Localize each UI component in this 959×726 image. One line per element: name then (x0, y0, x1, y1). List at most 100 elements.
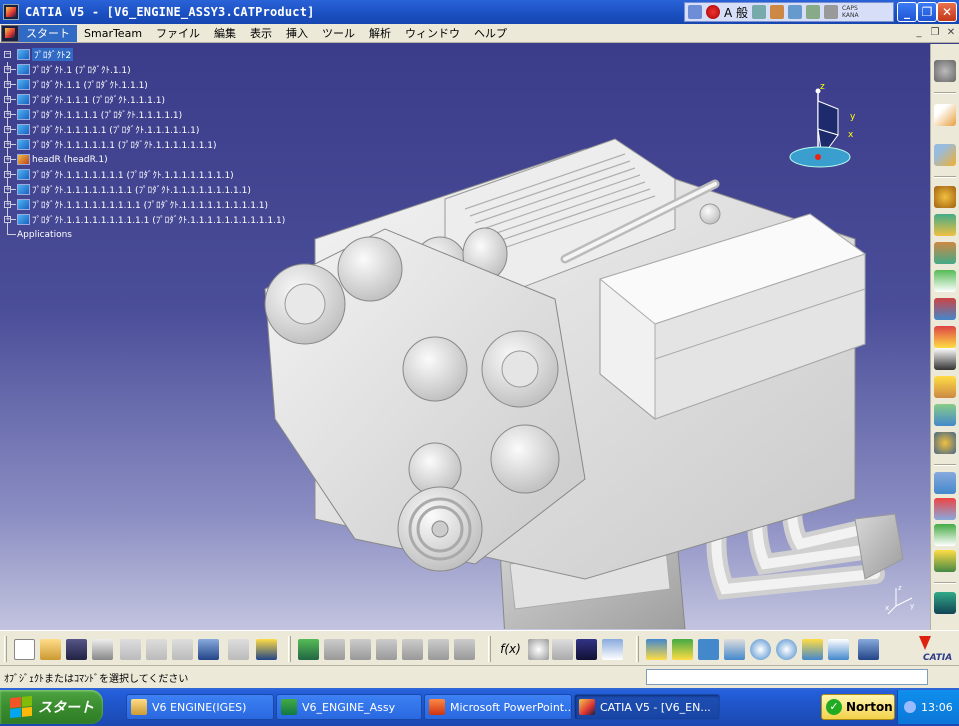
applications-label[interactable]: Applications (17, 230, 72, 240)
expand-toggle[interactable]: + (4, 96, 11, 103)
workbench-icon[interactable] (934, 60, 956, 82)
tree-root[interactable]: − ﾌﾟﾛﾀﾞｸﾄ2 (3, 47, 285, 62)
whats-this-icon[interactable] (256, 639, 277, 660)
menu-insert[interactable]: 挿入 (279, 25, 315, 42)
replace-component-icon[interactable] (934, 298, 956, 320)
expand-toggle[interactable]: + (4, 156, 11, 163)
tree-node-label[interactable]: ﾌﾟﾛﾀﾞｸﾄ.1.1 (ﾌﾟﾛﾀﾞｸﾄ.1.1.1) (32, 78, 148, 91)
ime-help-icon[interactable] (824, 5, 839, 19)
quick-view-icon[interactable] (828, 639, 849, 660)
task-powerpoint[interactable]: Microsoft PowerPoint... (424, 694, 572, 720)
keyboard-icon[interactable] (688, 5, 702, 19)
norton-button[interactable]: ✓ Norton (821, 694, 895, 720)
menu-help[interactable]: ヘルプ (467, 25, 514, 42)
expand-toggle[interactable]: + (4, 81, 11, 88)
open-icon[interactable] (40, 639, 61, 660)
redo-icon[interactable] (228, 639, 249, 660)
tree-node-label[interactable]: ﾌﾟﾛﾀﾞｸﾄ.1.1.1 (ﾌﾟﾛﾀﾞｸﾄ.1.1.1.1) (32, 93, 165, 106)
catalog-icon[interactable] (576, 639, 597, 660)
manipulation-icon[interactable] (934, 472, 956, 494)
quick-constraint-icon[interactable] (454, 639, 475, 660)
ime-dictionary-icon[interactable] (770, 5, 785, 19)
tree-node-label[interactable]: ﾌﾟﾛﾀﾞｸﾄ.1.1.1.1.1.1.1.1.1 (ﾌﾟﾛﾀﾞｸﾄ.1.1.1… (32, 198, 268, 211)
menu-smarteam[interactable]: SmarTeam (77, 25, 149, 42)
expand-toggle[interactable]: + (4, 216, 11, 223)
ime-mode[interactable]: A 般 (724, 4, 748, 21)
menu-analysis[interactable]: 解析 (362, 25, 398, 42)
menu-file[interactable]: ファイル (149, 25, 207, 42)
fix-icon[interactable] (298, 639, 319, 660)
knowledge-comment-icon[interactable] (528, 639, 549, 660)
generate-numbering-icon[interactable] (934, 348, 956, 370)
minimize-button[interactable]: _ (897, 2, 917, 22)
3d-viewport[interactable]: − ﾌﾟﾛﾀﾞｸﾄ2 + ﾌﾟﾛﾀﾞｸﾄ.1 (ﾌﾟﾛﾀﾞｸﾄ.1.1) + ﾌﾟﾛ… (0, 44, 930, 630)
copy-icon[interactable] (146, 639, 167, 660)
zoom-in-icon[interactable] (750, 639, 771, 660)
select-trap-icon[interactable] (934, 144, 956, 166)
offset-constraint-icon[interactable] (376, 639, 397, 660)
tree-expansion-icon[interactable] (602, 639, 623, 660)
tree-node-label[interactable]: headR (headR.1) (32, 155, 108, 165)
tree-node-label[interactable]: ﾌﾟﾛﾀﾞｸﾄ.1.1.1.1.1.1 (ﾌﾟﾛﾀﾞｸﾄ.1.1.1.1.1.1… (32, 138, 217, 151)
update-icon[interactable] (934, 592, 956, 614)
doc-restore-button[interactable]: ❐ (928, 26, 942, 40)
new-part-icon[interactable] (934, 242, 956, 264)
ime-settings-icon[interactable] (806, 5, 821, 19)
start-button[interactable]: スタート (0, 690, 103, 724)
expand-toggle[interactable]: + (4, 171, 11, 178)
catia-app-icon[interactable] (3, 4, 19, 20)
restore-button[interactable]: ❐ (917, 2, 937, 22)
tree-node[interactable]: + ﾌﾟﾛﾀﾞｸﾄ.1.1.1.1 (ﾌﾟﾛﾀﾞｸﾄ.1.1.1.1.1) (3, 107, 285, 122)
tree-node-label[interactable]: ﾌﾟﾛﾀﾞｸﾄ.1.1.1.1.1.1.1.1.1.1 (ﾌﾟﾛﾀﾞｸﾄ.1.1… (32, 213, 285, 226)
tree-node[interactable]: + ﾌﾟﾛﾀﾞｸﾄ.1.1.1.1.1.1.1.1.1 (ﾌﾟﾛﾀﾞｸﾄ.1.1.… (3, 197, 285, 212)
expand-toggle[interactable]: + (4, 126, 11, 133)
new-component-icon[interactable] (934, 186, 956, 208)
stop-manipulate-icon[interactable] (934, 550, 956, 572)
task-excel[interactable]: V6_ENGINE_Assy (276, 694, 422, 720)
tree-node-label[interactable]: ﾌﾟﾛﾀﾞｸﾄ.1.1.1.1.1.1.1 (ﾌﾟﾛﾀﾞｸﾄ.1.1.1.1.1… (32, 168, 234, 181)
fit-all-icon[interactable] (672, 639, 693, 660)
shading-icon[interactable] (858, 639, 879, 660)
tree-node[interactable]: + ﾌﾟﾛﾀﾞｸﾄ.1.1.1.1.1.1.1 (ﾌﾟﾛﾀﾞｸﾄ.1.1.1.1.… (3, 167, 285, 182)
doc-minimize-button[interactable]: _ (912, 26, 926, 40)
tree-node[interactable]: + headR (headR.1) (3, 152, 285, 167)
normal-view-icon[interactable] (802, 639, 823, 660)
menu-view[interactable]: 表示 (243, 25, 279, 42)
tree-node-label[interactable]: ﾌﾟﾛﾀﾞｸﾄ.1.1.1.1 (ﾌﾟﾛﾀﾞｸﾄ.1.1.1.1.1) (32, 108, 182, 121)
contact-constraint-icon[interactable] (350, 639, 371, 660)
doc-close-button[interactable]: ✕ (944, 26, 958, 40)
graph-tree-reordering-icon[interactable] (934, 326, 956, 348)
ime-heart-icon[interactable] (706, 5, 720, 19)
menu-start[interactable]: スタート (19, 24, 77, 42)
coincidence-constraint-icon[interactable] (324, 639, 345, 660)
cut-icon[interactable] (120, 639, 141, 660)
tree-root-label[interactable]: ﾌﾟﾛﾀﾞｸﾄ2 (32, 48, 74, 61)
document-icon[interactable] (1, 24, 19, 42)
close-button[interactable]: ✕ (937, 2, 957, 22)
print-icon[interactable] (92, 639, 113, 660)
explode-icon[interactable] (934, 524, 956, 546)
zoom-out-icon[interactable] (776, 639, 797, 660)
task-folder[interactable]: V6 ENGINE(IGES) (126, 694, 274, 720)
pan-icon[interactable] (698, 639, 719, 660)
clock[interactable]: 13:06 (921, 701, 953, 714)
rotate-icon[interactable] (724, 639, 745, 660)
selective-load-icon[interactable] (934, 376, 956, 398)
new-product-icon[interactable] (934, 214, 956, 236)
tree-node[interactable]: + ﾌﾟﾛﾀﾞｸﾄ.1.1.1.1.1.1 (ﾌﾟﾛﾀﾞｸﾄ.1.1.1.1.1.… (3, 137, 285, 152)
multi-instantiation-icon[interactable] (934, 432, 956, 454)
snap-icon[interactable] (934, 498, 956, 520)
task-catia[interactable]: CATIA V5 - [V6_EN... (574, 694, 720, 720)
formula-icon[interactable]: f(x) (500, 639, 521, 660)
tree-node[interactable]: + ﾌﾟﾛﾀﾞｸﾄ.1.1.1 (ﾌﾟﾛﾀﾞｸﾄ.1.1.1.1) (3, 92, 285, 107)
power-input-field[interactable] (646, 669, 928, 685)
tree-node-label[interactable]: ﾌﾟﾛﾀﾞｸﾄ.1 (ﾌﾟﾛﾀﾞｸﾄ.1.1) (32, 63, 131, 76)
collapse-toggle[interactable]: − (4, 51, 11, 58)
fix-together-icon[interactable] (428, 639, 449, 660)
angle-constraint-icon[interactable] (402, 639, 423, 660)
menu-window[interactable]: ウィンドウ (398, 25, 467, 42)
network-icon[interactable] (904, 701, 916, 713)
menu-tools[interactable]: ツール (315, 25, 362, 42)
tree-node-label[interactable]: ﾌﾟﾛﾀﾞｸﾄ.1.1.1.1.1.1.1.1 (ﾌﾟﾛﾀﾞｸﾄ.1.1.1.1… (32, 183, 251, 196)
ime-toolbar[interactable]: A 般 CAPS KANA (684, 2, 894, 22)
